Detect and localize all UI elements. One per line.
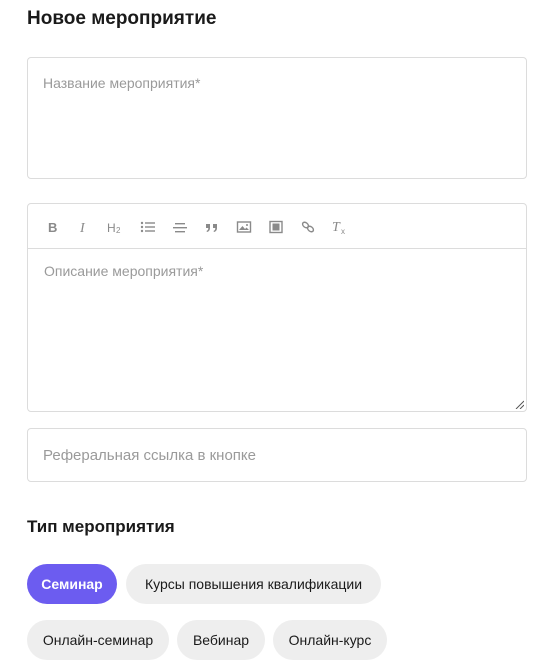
svg-text:T: T [332, 220, 341, 235]
italic-icon[interactable]: I [74, 216, 94, 238]
new-event-page: Новое мероприятие Название мероприятия* … [0, 0, 558, 671]
page-title: Новое мероприятие [27, 8, 217, 29]
link-icon[interactable] [298, 216, 318, 238]
svg-text:x: x [341, 227, 345, 235]
event-name-field[interactable]: Название мероприятия* [27, 57, 527, 179]
editor-toolbar: B I H2 T x [28, 204, 526, 249]
event-type-chip-webinar[interactable]: Вебинар [177, 620, 265, 660]
heading-icon[interactable]: H2 [106, 216, 126, 238]
svg-text:H: H [107, 221, 116, 234]
image-icon[interactable] [234, 216, 254, 238]
bullet-list-icon[interactable] [138, 216, 158, 238]
svg-text:I: I [79, 221, 86, 234]
bold-icon[interactable]: B [43, 216, 63, 238]
video-icon[interactable] [266, 216, 286, 238]
clear-format-icon[interactable]: T x [330, 216, 350, 238]
resize-handle-icon[interactable] [514, 399, 524, 409]
event-description-placeholder: Описание мероприятия* [44, 263, 204, 279]
event-type-chip-seminar[interactable]: Семинар [27, 564, 117, 604]
event-type-chip-online-course[interactable]: Онлайн-курс [273, 620, 387, 660]
event-description-editor[interactable]: B I H2 T x Описание мероприятия* [27, 203, 527, 412]
event-type-title: Тип мероприятия [27, 517, 175, 536]
quote-icon[interactable] [202, 216, 222, 238]
event-type-chip-online-seminar[interactable]: Онлайн-семинар [27, 620, 169, 660]
svg-text:B: B [48, 220, 57, 234]
svg-text:2: 2 [116, 226, 121, 234]
event-type-chip-qualification-courses[interactable]: Курсы повышения квалификации [126, 564, 381, 604]
event-name-placeholder: Название мероприятия* [43, 75, 201, 91]
horizontal-rule-icon[interactable] [170, 216, 190, 238]
referral-link-field[interactable]: Реферальная ссылка в кнопке [27, 428, 527, 482]
referral-link-placeholder: Реферальная ссылка в кнопке [43, 447, 256, 464]
